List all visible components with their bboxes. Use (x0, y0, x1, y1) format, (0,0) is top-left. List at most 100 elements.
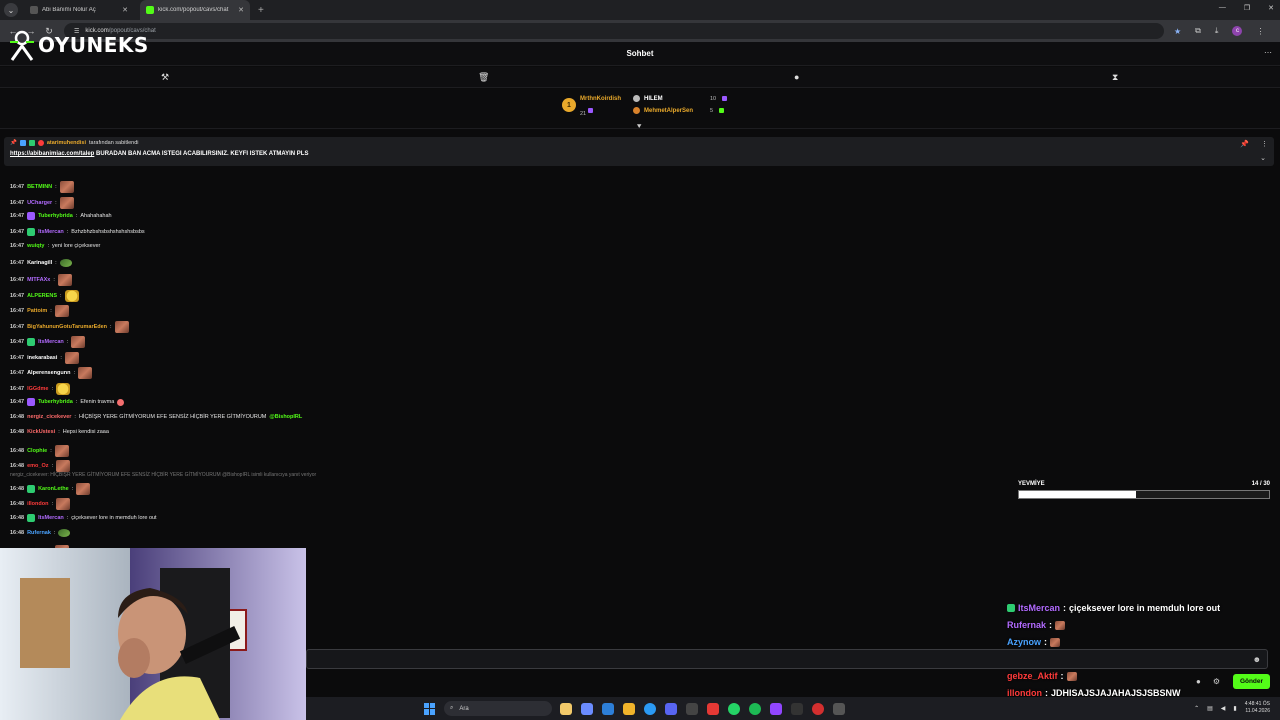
tray-chevron-icon[interactable]: ⌃ (1194, 705, 1199, 712)
tab-close-icon[interactable]: ✕ (238, 6, 244, 14)
minimize-icon[interactable]: — (1219, 4, 1226, 12)
message-separator: : (53, 277, 55, 283)
message-username[interactable]: emo_Oz (27, 463, 48, 469)
expand-chevron-icon[interactable]: ⌄ (1260, 154, 1266, 162)
trash-icon[interactable]: 🗑 (478, 72, 489, 83)
tab-title: Abi Banımı Nolur Aç (42, 7, 96, 13)
input-tools: ● ⚙ (1196, 677, 1220, 686)
obs-icon[interactable] (791, 702, 803, 715)
oyuneks-logo: OYUNEKS (8, 28, 149, 62)
taskbar-search[interactable]: ⌕ Ara (444, 701, 552, 716)
chat-message: 16:48 KaronLethe: (10, 482, 91, 495)
windows-start-icon[interactable] (424, 702, 436, 715)
message-username[interactable]: Karinagill (27, 260, 52, 266)
chat-message: 16:48 illondon: (10, 498, 70, 510)
message-separator: : (71, 485, 74, 492)
new-tab-icon[interactable]: + (258, 5, 264, 16)
user-badge-icon (27, 338, 36, 346)
message-username[interactable]: UCharger (27, 200, 52, 206)
message-username[interactable]: BETMINN (27, 184, 52, 190)
message-username[interactable]: ALPERENS (27, 293, 57, 299)
message-username[interactable]: IGGdme (27, 386, 48, 392)
spotify-icon[interactable] (749, 702, 761, 715)
steam-icon[interactable] (686, 702, 698, 715)
leaderboard-first: 1 MrthnKoirdish 21 (562, 96, 621, 120)
more-options-icon[interactable]: ⋯ (1264, 48, 1272, 57)
close-window-icon[interactable]: ✕ (1268, 4, 1274, 12)
message-username[interactable]: Pattoim (27, 308, 47, 314)
webcam-image (0, 548, 306, 720)
emote-icon (1055, 620, 1066, 630)
download-icon[interactable]: ⤓ (1215, 26, 1219, 36)
whatsapp-icon[interactable] (728, 702, 740, 715)
tab-search-icon[interactable]: ⌄ (4, 3, 18, 17)
browser-tab-1[interactable]: Abi Banımı Nolur Aç ✕ (24, 0, 134, 20)
hourglass-icon[interactable]: ⧗ (1112, 72, 1118, 83)
leaderboard-name[interactable]: MehmetAlperSen (644, 108, 706, 114)
pinner-name[interactable]: atarimuhendisi (47, 140, 86, 146)
browser-tab-2[interactable]: kick.com/popout/cavs/chat ✕ (140, 0, 250, 20)
message-time: 16:47 (10, 399, 25, 405)
gem-icon (588, 108, 594, 114)
message-mention[interactable]: @BishopIRL (269, 414, 302, 420)
chrome-icon[interactable] (644, 702, 656, 715)
pinned-text: https://abibanimiac.com/talep BURADAN BA… (10, 151, 1268, 157)
pinned-more-icon[interactable]: ⋮ (1261, 140, 1268, 148)
message-username[interactable]: inekarabasi (27, 355, 57, 361)
chat-message: 16:47 Karinagill: (10, 258, 72, 267)
chat-commands-icon[interactable]: ● (1196, 677, 1201, 686)
message-username[interactable]: KickUstesi (27, 429, 55, 435)
message-time: 16:48 (10, 413, 25, 420)
message-username[interactable]: illondon (27, 501, 48, 507)
app-icon[interactable] (707, 702, 719, 715)
tab-close-icon[interactable]: ✕ (122, 6, 128, 14)
message-username[interactable]: Clophie (27, 448, 47, 454)
app-icon[interactable] (770, 702, 782, 715)
chat-bubble-icon[interactable]: ● (794, 72, 799, 82)
message-username[interactable]: Tuberhybrida (38, 399, 73, 405)
discord-icon[interactable] (665, 702, 677, 715)
send-button[interactable]: Gönder (1233, 674, 1270, 689)
message-username[interactable]: ItsMercan (38, 229, 64, 235)
user-badge-icon (27, 227, 36, 236)
message-username[interactable]: Tuberhybrida (38, 213, 73, 219)
message-username[interactable]: KaronLethe (38, 486, 69, 492)
leaderboard-name[interactable]: HILEM (644, 96, 706, 102)
message-username[interactable]: wuiqty (27, 243, 44, 249)
overlay-username: Rufernak (1007, 620, 1047, 630)
task-view-icon[interactable] (581, 702, 593, 715)
extensions-icon[interactable]: ⧉ (1195, 26, 1201, 36)
message-username[interactable]: Alperensengunn (27, 370, 70, 376)
network-icon[interactable]: ▤ (1207, 705, 1213, 712)
collapse-chevron-icon[interactable]: ⯆ (636, 122, 642, 132)
taskbar-clock[interactable]: 4:48:41 ÖS 11.04.2026 (1245, 701, 1270, 715)
hammer-icon[interactable]: ⚒ (161, 72, 169, 83)
chat-settings-icon[interactable]: ⚙ (1213, 677, 1220, 686)
app-icon[interactable] (833, 702, 845, 715)
maximize-icon[interactable]: ❐ (1244, 4, 1250, 12)
app-icon[interactable] (812, 702, 824, 715)
message-username[interactable]: ItsMercan (38, 515, 64, 521)
message-time: 16:47 (10, 339, 25, 345)
edge-icon[interactable] (602, 702, 614, 715)
volume-icon[interactable]: ◀ (1221, 705, 1226, 712)
emoji-icon[interactable]: ☻ (1253, 655, 1261, 664)
battery-icon[interactable]: ▮ (1233, 705, 1236, 712)
profile-avatar[interactable]: c (1232, 26, 1243, 36)
widgets-icon[interactable] (560, 702, 572, 715)
bookmark-star-icon[interactable]: ★ (1174, 27, 1181, 36)
browser-menu-icon[interactable]: ⋮ (1256, 27, 1264, 36)
unpin-icon[interactable]: 📌 (1240, 140, 1249, 148)
message-username[interactable]: MITFAXx (27, 277, 50, 283)
file-explorer-icon[interactable] (623, 702, 635, 715)
taskbar-apps (560, 702, 845, 715)
message-username[interactable]: nergiz_cicekever (27, 414, 71, 420)
pinned-link[interactable]: https://abibanimiac.com/talep (10, 151, 94, 157)
message-username[interactable]: BigYahununGotuTarumarEden (27, 324, 107, 330)
chat-message-input[interactable] (307, 652, 1267, 671)
message-separator: : (51, 463, 54, 469)
search-icon: ⌕ (450, 705, 454, 711)
message-username[interactable]: Rufernak (27, 530, 51, 536)
url-input[interactable]: ☰ kick.com/popout/cavs/chat (64, 23, 1164, 39)
message-username[interactable]: ItsMercan (38, 339, 64, 345)
